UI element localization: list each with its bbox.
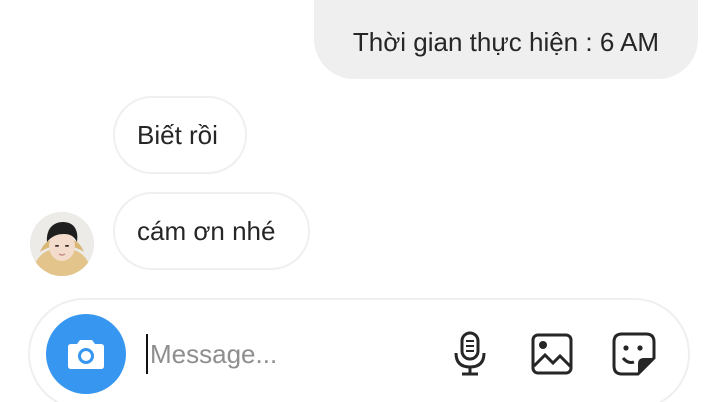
voice-message-button[interactable] (444, 328, 496, 380)
message-composer (28, 298, 690, 402)
image-icon (531, 333, 573, 375)
gallery-button[interactable] (526, 328, 578, 380)
sticker-icon (612, 332, 656, 376)
incoming-message-text: cám ơn nhé (137, 215, 276, 246)
incoming-message-text: Biết rồi (137, 119, 218, 150)
incoming-message-bubble[interactable]: cám ơn nhé (113, 192, 310, 270)
outgoing-message-bubble[interactable]: Thời gian thực hiện : 6 AM (314, 0, 698, 79)
message-input[interactable] (150, 338, 370, 370)
chat-screen: Thời gian thực hiện : 6 AM Biết rồi cám … (0, 0, 720, 402)
sticker-button[interactable] (608, 328, 660, 380)
avatar-image (30, 212, 94, 276)
microphone-icon (454, 331, 486, 376)
outgoing-message-text: Thời gian thực hiện : 6 AM (352, 27, 660, 57)
camera-icon (68, 340, 104, 369)
camera-button[interactable] (46, 314, 126, 394)
message-input-wrapper (146, 332, 406, 376)
sender-avatar[interactable] (30, 212, 94, 276)
incoming-message-bubble[interactable]: Biết rồi (113, 96, 247, 174)
text-cursor (146, 334, 148, 374)
